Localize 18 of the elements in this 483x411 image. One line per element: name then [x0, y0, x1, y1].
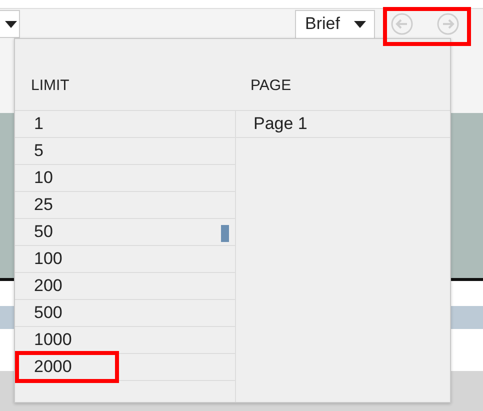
limit-option[interactable]: 50 — [15, 221, 119, 243]
column-header: LIMIT — [30, 77, 70, 96]
caret-icon — [354, 20, 366, 28]
limit-option[interactable]: 1000 — [15, 329, 119, 351]
limit-option[interactable]: 10 — [15, 167, 119, 189]
limit-option[interactable]: 100 — [15, 248, 119, 270]
limit-option[interactable]: 25 — [15, 194, 119, 216]
dropdown[interactable] — [0, 10, 20, 38]
limit-option[interactable]: 5 — [15, 140, 119, 162]
limit-option[interactable]: 200 — [15, 275, 119, 297]
highlighted-limit-option[interactable]: 2000 — [15, 351, 119, 383]
limit-option[interactable]: 500 — [15, 302, 119, 324]
view-select[interactable]: Brief — [295, 10, 375, 38]
column-header: PAGE — [250, 77, 292, 96]
caret-icon — [5, 20, 17, 28]
scroll-thumb[interactable] — [221, 225, 229, 242]
page-option[interactable]: Page 1 — [254, 114, 308, 134]
limit-option[interactable]: 1 — [15, 113, 119, 135]
